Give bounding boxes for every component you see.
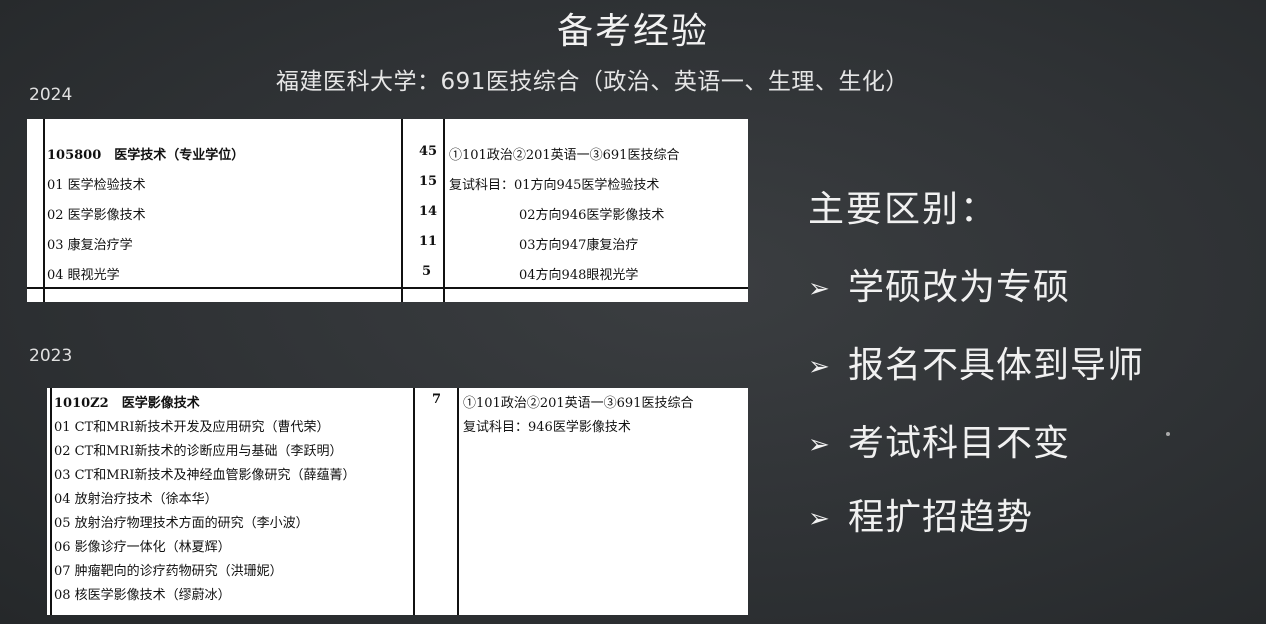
difference-text: 考试科目不变 [848,423,1071,464]
difference-item: ➢ 学硕改为专硕 [808,258,1070,310]
header-count: 7 [432,392,442,407]
difference-item: ➢ 程扩招趋势 [808,488,1033,540]
table-divider [401,119,403,302]
row-count: 14 [419,204,438,219]
table-border-left [50,388,52,615]
arrow-bullet-icon: ➢ [808,274,831,304]
row-name: 04 眼视光学 [47,268,120,283]
row-name: 105800 医学技术（专业学位） [47,148,245,163]
year-label-2024: 2024 [29,85,73,105]
header-note: ①101政治②201英语一③691医技综合 [463,396,694,411]
difference-item: ➢ 报名不具体到导师 [808,336,1144,388]
list-item: 06 影像诊疗一体化（林夏辉） [54,540,231,555]
difference-text: 程扩招趋势 [848,497,1034,538]
table-divider [443,119,445,302]
row-count: 15 [419,174,438,189]
list-item: 05 放射治疗物理技术方面的研究（李小波） [54,516,309,531]
row-name: 03 康复治疗学 [47,238,133,253]
row-count: 45 [419,144,438,159]
arrow-bullet-icon: ➢ [808,430,831,460]
header-note-retest: 复试科目：946医学影像技术 [463,420,631,435]
difference-text: 报名不具体到导师 [848,345,1145,386]
table-2023: 1010Z2 医学影像技术 7 ①101政治②201英语一③691医技综合 复试… [47,388,748,615]
list-item: 08 核医学影像技术（缪蔚冰） [54,588,231,603]
table-divider [413,388,415,615]
difference-item: ➢ 考试科目不变 [808,414,1070,466]
decorative-dot [1166,432,1170,436]
year-label-2023: 2023 [29,346,73,366]
row-count: 11 [419,234,438,249]
row-name: 01 医学检验技术 [47,178,146,193]
table-divider [457,388,459,615]
header-name: 1010Z2 医学影像技术 [54,396,200,411]
table-border-bottom [27,287,748,289]
table-border-left [43,119,45,302]
row-name: 02 医学影像技术 [47,208,146,223]
list-item: 01 CT和MRI新技术开发及应用研究（曹代荣） [54,420,330,435]
row-note: 02方向946医学影像技术 [519,208,665,223]
row-note: 复试科目：01方向945医学检验技术 [449,178,660,193]
list-item: 03 CT和MRI新技术及神经血管影像研究（薛蕴菁） [54,468,356,483]
table-2024: 105800 医学技术（专业学位） 45 ①101政治②201英语一③691医技… [27,119,748,302]
differences-heading: 主要区别： [808,189,999,230]
row-count: 5 [422,264,432,279]
arrow-bullet-icon: ➢ [808,504,831,534]
arrow-bullet-icon: ➢ [808,352,831,382]
differences-panel: 主要区别： ➢ 学硕改为专硕 ➢ 报名不具体到导师 ➢ 考试科目不变 ➢ 程扩招趋势 [808,180,1143,538]
page-subtitle: 福建医科大学：691医技综合（政治、英语一、生理、生化） [276,69,909,95]
row-note: 04方向948眼视光学 [519,268,639,283]
list-item: 07 肿瘤靶向的诊疗药物研究（洪珊妮） [54,564,283,579]
page-title: 备考经验 [556,11,709,52]
difference-text: 学硕改为专硕 [848,267,1071,308]
row-note: ①101政治②201英语一③691医技综合 [449,148,680,163]
list-item: 04 放射治疗技术（徐本华） [54,492,218,507]
row-note: 03方向947康复治疗 [519,238,639,253]
list-item: 02 CT和MRI新技术的诊断应用与基础（李跃明） [54,444,343,459]
